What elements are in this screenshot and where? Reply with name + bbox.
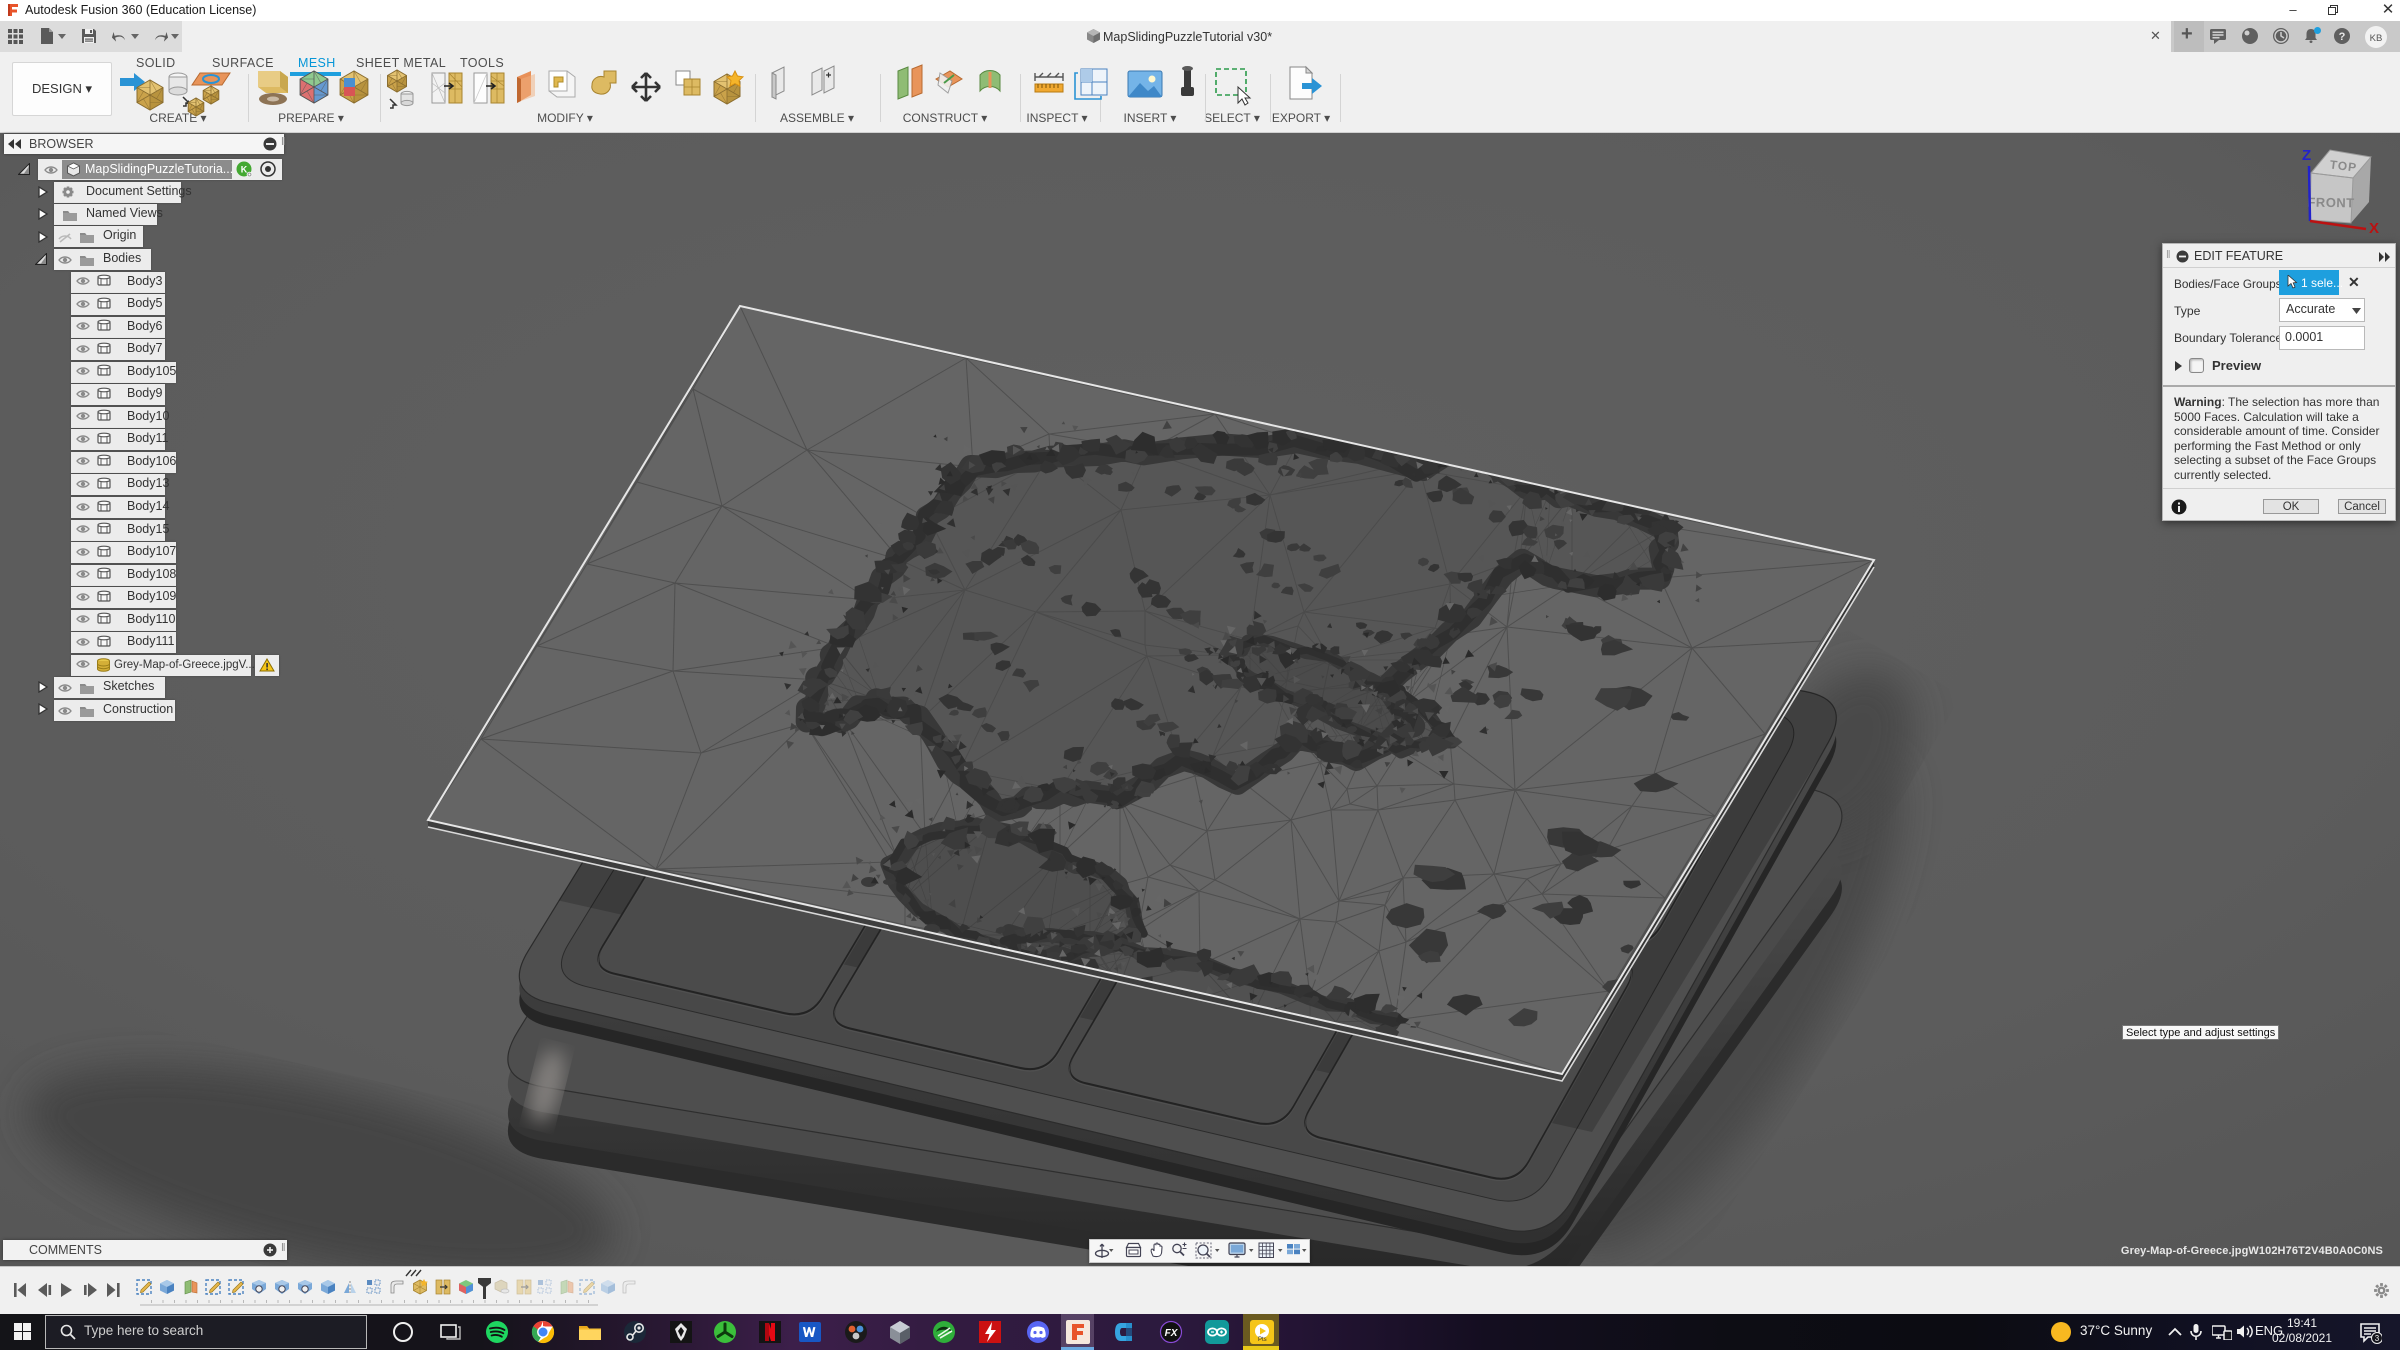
svg-text:K: K <box>241 165 248 175</box>
svg-text:KB: KB <box>2370 33 2383 44</box>
svg-text:Z: Z <box>2302 147 2311 164</box>
svg-text:Pts: Pts <box>1258 1337 1267 1343</box>
svg-text:FX: FX <box>1165 1328 1179 1339</box>
svg-text:FRONT: FRONT <box>2307 195 2355 211</box>
svg-text:3: 3 <box>2375 1334 2380 1343</box>
svg-text:X: X <box>2369 220 2379 237</box>
svg-text:?: ? <box>2339 31 2346 43</box>
